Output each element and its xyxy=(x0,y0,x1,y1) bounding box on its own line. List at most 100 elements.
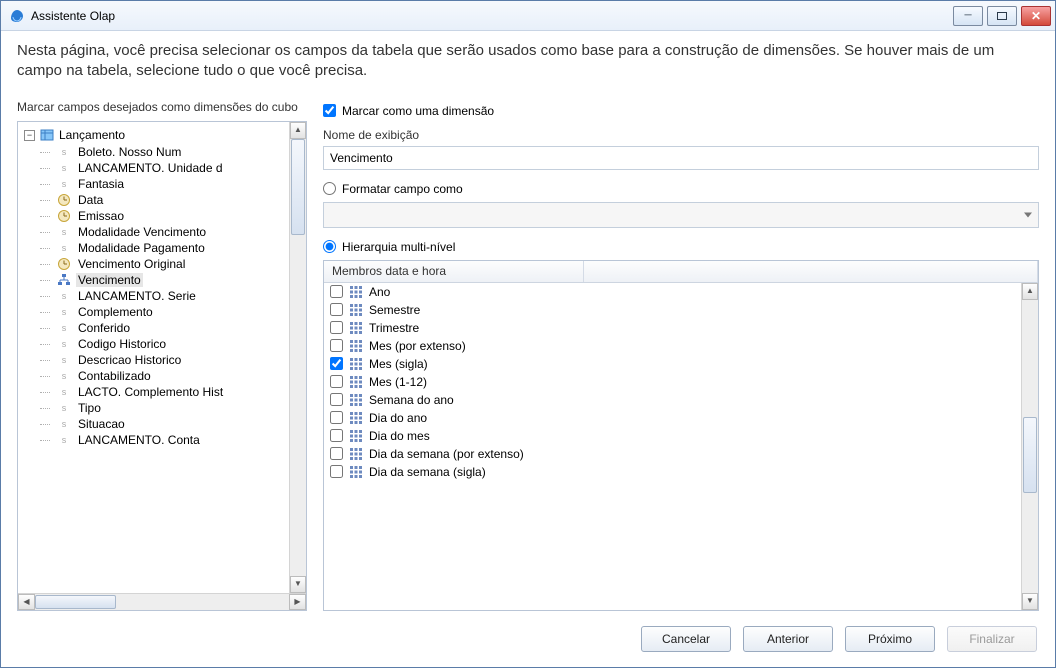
members-header-col-empty[interactable] xyxy=(584,261,1038,282)
members-scroll-track[interactable] xyxy=(1022,300,1038,594)
grid-icon xyxy=(349,339,363,353)
tree-item[interactable]: sFantasia xyxy=(32,176,306,192)
left-panel: Marcar campos desejados como dimensões d… xyxy=(17,100,307,612)
member-row[interactable]: Trimestre xyxy=(324,319,1038,337)
scroll-right-button[interactable]: ▶ xyxy=(289,594,306,610)
tree-item-label: LACTO. Complemento Hist xyxy=(76,385,225,399)
tree-item[interactable]: sModalidade Pagamento xyxy=(32,240,306,256)
members-scroll-up[interactable]: ▲ xyxy=(1022,283,1038,300)
format-field-combo[interactable] xyxy=(323,202,1039,228)
member-row[interactable]: Semana do ano xyxy=(324,391,1038,409)
tree-item-label: Emissao xyxy=(76,209,126,223)
tree-item[interactable]: sComplemento xyxy=(32,304,306,320)
tree-item[interactable]: sLANCAMENTO. Conta xyxy=(32,432,306,448)
member-checkbox[interactable] xyxy=(330,429,343,442)
member-checkbox[interactable] xyxy=(330,375,343,388)
member-label: Dia da semana (sigla) xyxy=(369,465,486,479)
tree-item[interactable]: Vencimento Original xyxy=(32,256,306,272)
tree-horizontal-scrollbar[interactable]: ◀ ▶ xyxy=(18,593,306,610)
members-scroll-thumb[interactable] xyxy=(1023,417,1037,493)
string-field-icon: s xyxy=(56,417,72,431)
member-row[interactable]: Ano xyxy=(324,283,1038,301)
maximize-button[interactable] xyxy=(987,6,1017,26)
scroll-left-button[interactable]: ◀ xyxy=(18,594,35,610)
member-row[interactable]: Semestre xyxy=(324,301,1038,319)
scroll-thumb-h[interactable] xyxy=(35,595,116,609)
grid-icon xyxy=(349,321,363,335)
tree-item-label: Contabilizado xyxy=(76,369,153,383)
member-checkbox[interactable] xyxy=(330,285,343,298)
tree-item[interactable]: sCodigo Historico xyxy=(32,336,306,352)
tree-item[interactable]: sLANCAMENTO. Serie xyxy=(32,288,306,304)
string-field-icon: s xyxy=(56,433,72,447)
tree-item[interactable]: sContabilizado xyxy=(32,368,306,384)
tree-item[interactable]: sBoleto. Nosso Num xyxy=(32,144,306,160)
members-list[interactable]: Membros data e hora Ano Semestre Trimestre… xyxy=(323,260,1039,612)
tree-item[interactable]: s LACTO. Complemento Hist xyxy=(32,384,306,400)
tree-root-node[interactable]: − Lançamento xyxy=(18,126,306,144)
tree-item-label: Descricao Historico xyxy=(76,353,183,367)
grid-icon xyxy=(349,411,363,425)
tree-item[interactable]: Emissao xyxy=(32,208,306,224)
scroll-thumb[interactable] xyxy=(291,139,305,235)
tree-item[interactable]: Vencimento xyxy=(32,272,306,288)
finish-button[interactable]: Finalizar xyxy=(947,626,1037,652)
string-field-icon: s xyxy=(56,385,72,399)
tree-item-label: LANCAMENTO. Unidade d xyxy=(76,161,225,175)
member-row[interactable]: Mes (1-12) xyxy=(324,373,1038,391)
format-field-label: Formatar campo como xyxy=(342,182,463,196)
grid-icon xyxy=(349,285,363,299)
member-checkbox[interactable] xyxy=(330,339,343,352)
cancel-button[interactable]: Cancelar xyxy=(641,626,731,652)
format-field-radio[interactable] xyxy=(323,182,336,195)
scroll-track-h[interactable] xyxy=(35,594,289,610)
member-label: Semestre xyxy=(369,303,420,317)
tree-item-label: Codigo Historico xyxy=(76,337,168,351)
left-panel-label: Marcar campos desejados como dimensões d… xyxy=(17,100,307,116)
scroll-down-button[interactable]: ▼ xyxy=(290,576,306,593)
tree-item[interactable]: Data xyxy=(32,192,306,208)
member-checkbox[interactable] xyxy=(330,447,343,460)
field-tree[interactable]: − Lançamento sBoleto. Nosso NumsLANCAMEN xyxy=(17,121,307,611)
titlebar: Assistente Olap ─ ✕ xyxy=(1,1,1055,31)
cube-icon xyxy=(39,127,55,143)
scroll-track[interactable] xyxy=(290,139,306,576)
members-header-col[interactable]: Membros data e hora xyxy=(324,261,584,282)
minimize-button[interactable]: ─ xyxy=(953,6,983,26)
expander-icon[interactable]: − xyxy=(24,130,35,141)
tree-item[interactable]: sConferido xyxy=(32,320,306,336)
back-button[interactable]: Anterior xyxy=(743,626,833,652)
member-checkbox[interactable] xyxy=(330,411,343,424)
scroll-up-button[interactable]: ▲ xyxy=(290,122,306,139)
member-checkbox[interactable] xyxy=(330,321,343,334)
tree-root-label: Lançamento xyxy=(59,128,125,142)
wizard-footer: Cancelar Anterior Próximo Finalizar xyxy=(1,619,1055,667)
member-row[interactable]: Dia do ano xyxy=(324,409,1038,427)
tree-item[interactable]: sSituacao xyxy=(32,416,306,432)
member-checkbox[interactable] xyxy=(330,465,343,478)
tree-item[interactable]: sDescricao Historico xyxy=(32,352,306,368)
member-row[interactable]: Dia do mes xyxy=(324,427,1038,445)
member-checkbox[interactable] xyxy=(330,393,343,406)
mark-as-dimension-checkbox[interactable] xyxy=(323,104,336,117)
member-row[interactable]: Mes (sigla) xyxy=(324,355,1038,373)
member-checkbox[interactable] xyxy=(330,357,343,370)
close-button[interactable]: ✕ xyxy=(1021,6,1051,26)
member-label: Mes (sigla) xyxy=(369,357,428,371)
string-field-icon: s xyxy=(56,225,72,239)
member-row[interactable]: Dia da semana (sigla) xyxy=(324,463,1038,481)
tree-vertical-scrollbar[interactable]: ▲ ▼ xyxy=(289,122,306,593)
member-row[interactable]: Dia da semana (por extenso) xyxy=(324,445,1038,463)
string-field-icon: s xyxy=(56,145,72,159)
tree-item[interactable]: sLANCAMENTO. Unidade d xyxy=(32,160,306,176)
next-button[interactable]: Próximo xyxy=(845,626,935,652)
hierarchy-radio[interactable] xyxy=(323,240,336,253)
member-checkbox[interactable] xyxy=(330,303,343,316)
member-row[interactable]: Mes (por extenso) xyxy=(324,337,1038,355)
members-scroll-down[interactable]: ▼ xyxy=(1022,593,1038,610)
member-label: Semana do ano xyxy=(369,393,454,407)
tree-item[interactable]: sModalidade Vencimento xyxy=(32,224,306,240)
display-name-input[interactable] xyxy=(323,146,1039,170)
members-vertical-scrollbar[interactable]: ▲ ▼ xyxy=(1021,283,1038,611)
tree-item[interactable]: sTipo xyxy=(32,400,306,416)
